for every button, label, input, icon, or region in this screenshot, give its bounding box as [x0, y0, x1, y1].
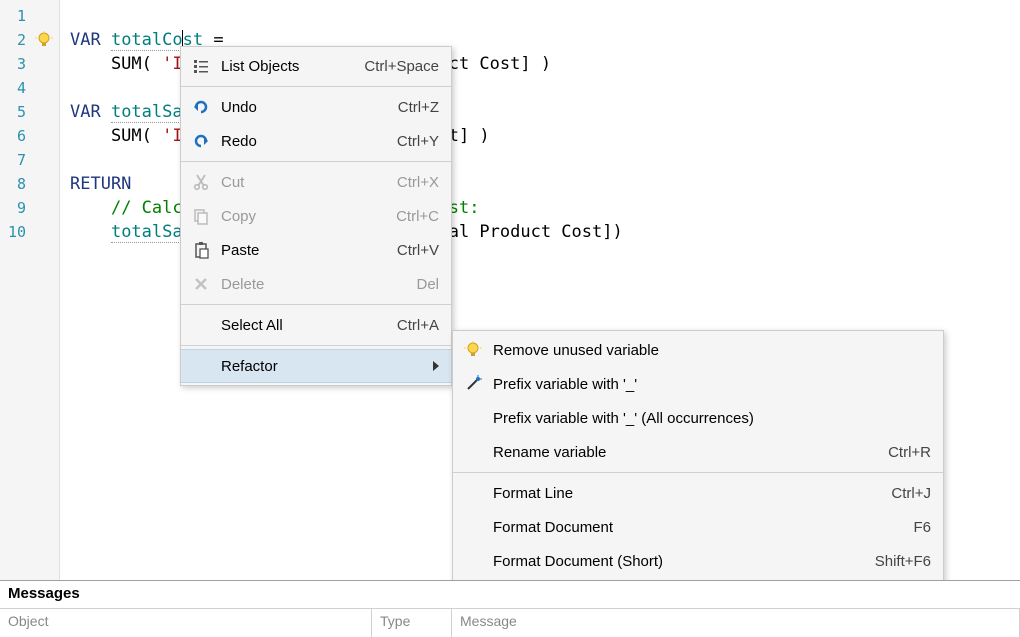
- delete-icon: [189, 275, 213, 293]
- undo-icon: [189, 98, 213, 116]
- column-type[interactable]: Type: [372, 609, 452, 637]
- list-icon: [189, 57, 213, 75]
- line-number: 7: [0, 151, 30, 169]
- menu-item-list-objects[interactable]: List ObjectsCtrl+Space: [181, 49, 451, 83]
- cut-icon: [189, 173, 213, 191]
- menu-shortcut: Ctrl+X: [397, 174, 439, 191]
- lightbulb-icon[interactable]: [34, 30, 54, 50]
- menu-shortcut: Ctrl+Z: [398, 99, 439, 116]
- wand-icon: [461, 375, 485, 393]
- copy-icon: [189, 207, 213, 225]
- line-number: 5: [0, 103, 30, 121]
- menu-shortcut: Ctrl+C: [396, 208, 439, 225]
- column-object[interactable]: Object: [0, 609, 372, 637]
- redo-icon: [189, 132, 213, 150]
- menu-label: Copy: [221, 208, 396, 225]
- refactor-submenu[interactable]: Remove unused variable Prefix variable wi…: [452, 330, 944, 615]
- menu-item-format-document[interactable]: Format DocumentF6: [453, 510, 943, 544]
- menu-shortcut: Shift+F6: [875, 553, 931, 570]
- line-number: 3: [0, 55, 30, 73]
- menu-shortcut: Ctrl+V: [397, 242, 439, 259]
- context-menu[interactable]: List ObjectsCtrl+SpaceUndoCtrl+ZRedoCtrl…: [180, 46, 452, 386]
- menu-label: Cut: [221, 174, 397, 191]
- menu-item-delete: DeleteDel: [181, 267, 451, 301]
- menu-item-format-document-short[interactable]: Format Document (Short)Shift+F6: [453, 544, 943, 578]
- menu-label: Format Document: [493, 519, 913, 536]
- menu-shortcut: Ctrl+Space: [364, 58, 439, 75]
- menu-item-undo[interactable]: UndoCtrl+Z: [181, 90, 451, 124]
- menu-label: Format Document (Short): [493, 553, 875, 570]
- menu-item-copy: CopyCtrl+C: [181, 199, 451, 233]
- messages-title: Messages: [0, 581, 1020, 609]
- menu-shortcut: Ctrl+Y: [397, 133, 439, 150]
- menu-item-rename-variable[interactable]: Rename variableCtrl+R: [453, 435, 943, 469]
- code-line[interactable]: [70, 4, 1020, 28]
- menu-item-remove-unused-variable[interactable]: Remove unused variable: [453, 333, 943, 367]
- line-number: 9: [0, 199, 30, 217]
- menu-label: Remove unused variable: [493, 342, 931, 359]
- menu-separator: [181, 161, 451, 162]
- menu-separator: [181, 304, 451, 305]
- menu-label: Select All: [221, 317, 397, 334]
- messages-columns: Object Type Message: [0, 609, 1020, 637]
- menu-label: List Objects: [221, 58, 364, 75]
- menu-item-prefix-variable-with-all-occurrences[interactable]: Prefix variable with '_' (All occurrence…: [453, 401, 943, 435]
- menu-label: Prefix variable with '_' (All occurrence…: [493, 410, 931, 427]
- column-message[interactable]: Message: [452, 609, 1020, 637]
- menu-separator: [181, 86, 451, 87]
- menu-label: Undo: [221, 99, 398, 116]
- line-number: 8: [0, 175, 30, 193]
- menu-shortcut: Ctrl+R: [888, 444, 931, 461]
- menu-item-prefix-variable-with[interactable]: Prefix variable with '_': [453, 367, 943, 401]
- submenu-arrow-icon: [433, 361, 439, 371]
- menu-item-paste[interactable]: PasteCtrl+V: [181, 233, 451, 267]
- menu-label: Prefix variable with '_': [493, 376, 931, 393]
- menu-shortcut: Ctrl+J: [891, 485, 931, 502]
- messages-panel: Messages Object Type Message: [0, 580, 1020, 637]
- line-number: 1: [0, 7, 30, 25]
- line-number: 2: [0, 31, 30, 49]
- menu-label: Format Line: [493, 485, 891, 502]
- menu-separator: [181, 345, 451, 346]
- menu-item-refactor[interactable]: Refactor: [181, 349, 451, 383]
- menu-label: Rename variable: [493, 444, 888, 461]
- menu-label: Refactor: [221, 358, 433, 375]
- menu-label: Delete: [221, 276, 416, 293]
- menu-item-format-line[interactable]: Format LineCtrl+J: [453, 476, 943, 510]
- menu-item-select-all[interactable]: Select AllCtrl+A: [181, 308, 451, 342]
- menu-item-redo[interactable]: RedoCtrl+Y: [181, 124, 451, 158]
- line-number: 4: [0, 79, 30, 97]
- menu-separator: [453, 472, 943, 473]
- menu-label: Redo: [221, 133, 397, 150]
- menu-item-cut: CutCtrl+X: [181, 165, 451, 199]
- menu-label: Paste: [221, 242, 397, 259]
- gutter: 1 2 3 4 5 6 7 8 9 10: [0, 0, 60, 580]
- bulb-icon: [461, 341, 485, 359]
- menu-shortcut: Del: [416, 276, 439, 293]
- paste-icon: [189, 241, 213, 259]
- line-number: 6: [0, 127, 30, 145]
- line-number: 10: [0, 223, 30, 241]
- menu-shortcut: F6: [913, 519, 931, 536]
- menu-shortcut: Ctrl+A: [397, 317, 439, 334]
